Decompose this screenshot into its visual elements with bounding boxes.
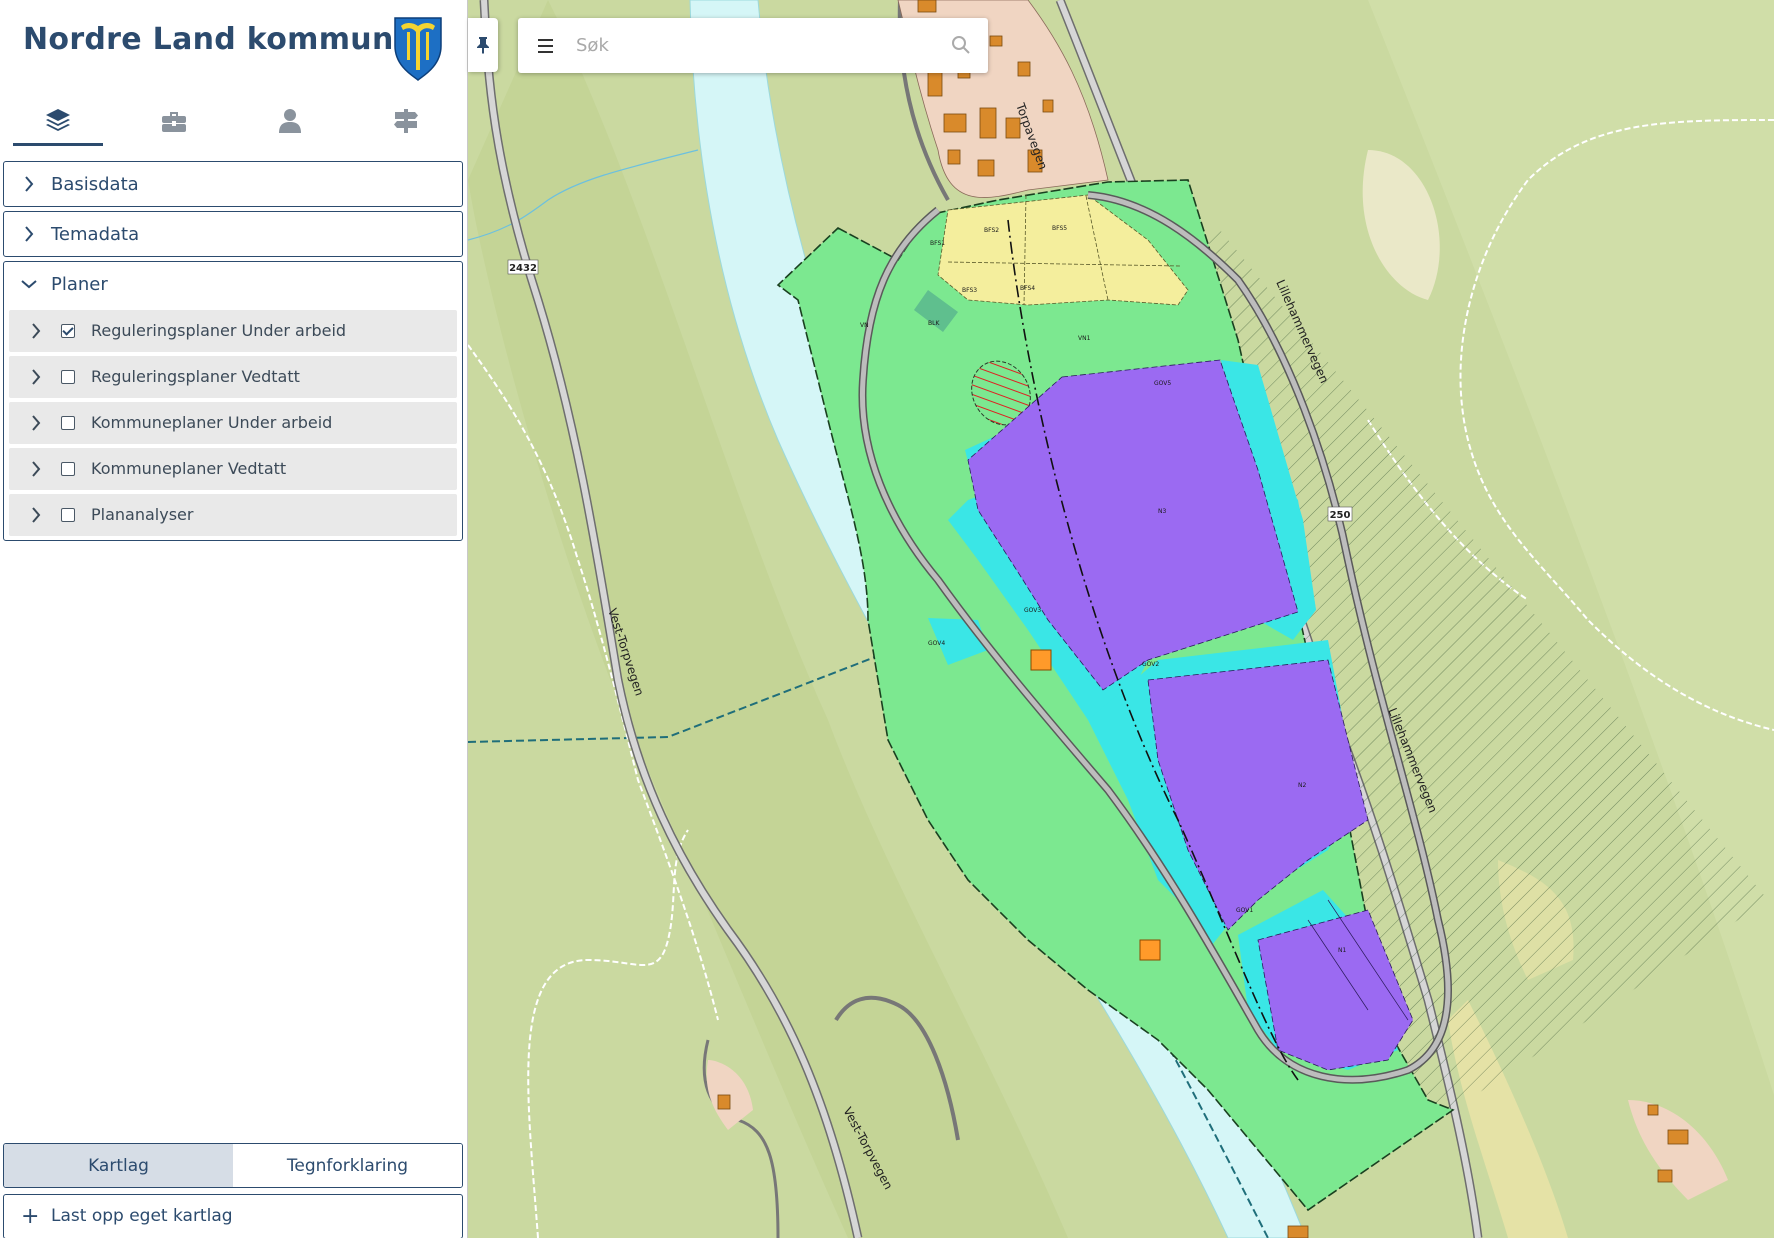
plan-item-label: Plananalyser bbox=[91, 505, 194, 524]
section-basisdata-header[interactable]: Basisdata bbox=[4, 162, 462, 206]
checkbox[interactable] bbox=[61, 508, 75, 522]
chevron-right-icon bbox=[25, 176, 34, 192]
chevron-right-icon bbox=[32, 369, 41, 385]
zone-label-vn1: VN1 bbox=[1078, 335, 1091, 342]
upload-layer-label: Last opp eget kartlag bbox=[51, 1206, 233, 1226]
sidebar: Nordre Land kommune Basisdata Temadata P… bbox=[0, 0, 468, 1238]
checkbox[interactable] bbox=[61, 416, 75, 430]
zone-label-gov2: GOV2 bbox=[1142, 661, 1159, 668]
plan-item-plananalyser[interactable]: Plananalyser bbox=[9, 494, 457, 536]
tab-directions[interactable] bbox=[361, 96, 451, 146]
plan-item-label: Kommuneplaner Under arbeid bbox=[91, 413, 333, 432]
zone-label-n3: N3 bbox=[1158, 508, 1166, 515]
zone-label-bfs5: BFS5 bbox=[1052, 225, 1067, 232]
section-basisdata-label: Basisdata bbox=[51, 173, 139, 195]
section-planer-label: Planer bbox=[51, 273, 108, 295]
sidebar-tabs bbox=[13, 96, 453, 146]
signpost-icon bbox=[394, 109, 418, 133]
substation-marker bbox=[1030, 649, 1052, 671]
pin-icon bbox=[477, 37, 489, 54]
map-svg[interactable]: BLK BFS1 BFS2 BFS5 BFS3 BFS4 VN VN1 GOV5… bbox=[468, 0, 1774, 1238]
plan-item-label: Kommuneplaner Vedtatt bbox=[91, 459, 287, 478]
brand-header: Nordre Land kommune bbox=[0, 0, 468, 90]
chevron-right-icon bbox=[32, 323, 41, 339]
plan-item-kommuneplaner-under-arbeid[interactable]: Kommuneplaner Under arbeid bbox=[9, 402, 457, 444]
person-icon bbox=[279, 109, 301, 133]
zone-label-bfs3: BFS3 bbox=[962, 287, 977, 294]
zone-label-blk: BLK bbox=[928, 320, 940, 327]
bottom-tabs: Kartlag Tegnforklaring bbox=[3, 1143, 463, 1188]
checkbox[interactable] bbox=[61, 370, 75, 384]
tab-user[interactable] bbox=[245, 96, 335, 146]
upload-layer-button[interactable]: + Last opp eget kartlag bbox=[3, 1194, 463, 1238]
brand-title: Nordre Land kommune bbox=[23, 22, 415, 57]
checkbox[interactable] bbox=[61, 324, 75, 338]
chevron-right-icon bbox=[32, 415, 41, 431]
zone-label-gov3: GOV3 bbox=[1024, 607, 1041, 614]
search-icon[interactable] bbox=[951, 35, 971, 55]
coat-of-arms-icon bbox=[394, 17, 442, 81]
section-temadata-header[interactable]: Temadata bbox=[4, 212, 462, 256]
zone-label-gov4: GOV4 bbox=[928, 640, 945, 647]
plan-item-kommuneplaner-vedtatt[interactable]: Kommuneplaner Vedtatt bbox=[9, 448, 457, 490]
section-temadata-label: Temadata bbox=[51, 223, 140, 245]
chevron-right-icon bbox=[32, 461, 41, 477]
plan-item-label: Reguleringsplaner Vedtatt bbox=[91, 367, 300, 386]
zone-label-vn: VN bbox=[860, 322, 869, 329]
menu-icon[interactable] bbox=[534, 34, 558, 58]
zone-label-gov5: GOV5 bbox=[1154, 380, 1171, 387]
plan-item-reguleringsplaner-vedtatt[interactable]: Reguleringsplaner Vedtatt bbox=[9, 356, 457, 398]
chevron-right-icon bbox=[32, 507, 41, 523]
pin-sidebar-button[interactable] bbox=[468, 18, 498, 72]
zone-label-bfs2: BFS2 bbox=[984, 227, 999, 234]
section-temadata: Temadata bbox=[3, 211, 463, 257]
zone-label-bfs1: BFS1 bbox=[930, 240, 945, 247]
map-canvas[interactable]: BLK BFS1 BFS2 BFS5 BFS3 BFS4 VN VN1 GOV5… bbox=[468, 0, 1774, 1238]
section-planer-header[interactable]: Planer bbox=[4, 262, 462, 306]
tab-kartlag[interactable]: Kartlag bbox=[4, 1144, 233, 1187]
search-input[interactable] bbox=[576, 30, 936, 60]
substation-marker bbox=[1139, 939, 1161, 961]
zone-label-n1: N1 bbox=[1338, 947, 1346, 954]
search-bar bbox=[518, 18, 988, 73]
layers-icon bbox=[46, 108, 70, 131]
plan-item-label: Reguleringsplaner Under arbeid bbox=[91, 321, 347, 340]
zone-label-gov1: GOV1 bbox=[1236, 907, 1253, 914]
section-basisdata: Basisdata bbox=[3, 161, 463, 207]
plus-icon: + bbox=[21, 1204, 40, 1229]
zone-label-bfs4: BFS4 bbox=[1020, 285, 1035, 292]
tab-tools[interactable] bbox=[129, 96, 219, 146]
chevron-down-icon bbox=[21, 280, 37, 289]
road-number-west: 2432 bbox=[509, 263, 537, 274]
tab-layers[interactable] bbox=[13, 96, 103, 146]
section-planer: Planer Reguleringsplaner Under arbeid Re… bbox=[3, 261, 463, 541]
road-number-east: 250 bbox=[1330, 510, 1351, 521]
chevron-right-icon bbox=[25, 226, 34, 242]
zone-label-n2: N2 bbox=[1298, 782, 1306, 789]
checkbox[interactable] bbox=[61, 462, 75, 476]
tab-tegnforklaring[interactable]: Tegnforklaring bbox=[233, 1144, 462, 1187]
plan-item-reguleringsplaner-under-arbeid[interactable]: Reguleringsplaner Under arbeid bbox=[9, 310, 457, 352]
toolbox-icon bbox=[162, 112, 186, 132]
